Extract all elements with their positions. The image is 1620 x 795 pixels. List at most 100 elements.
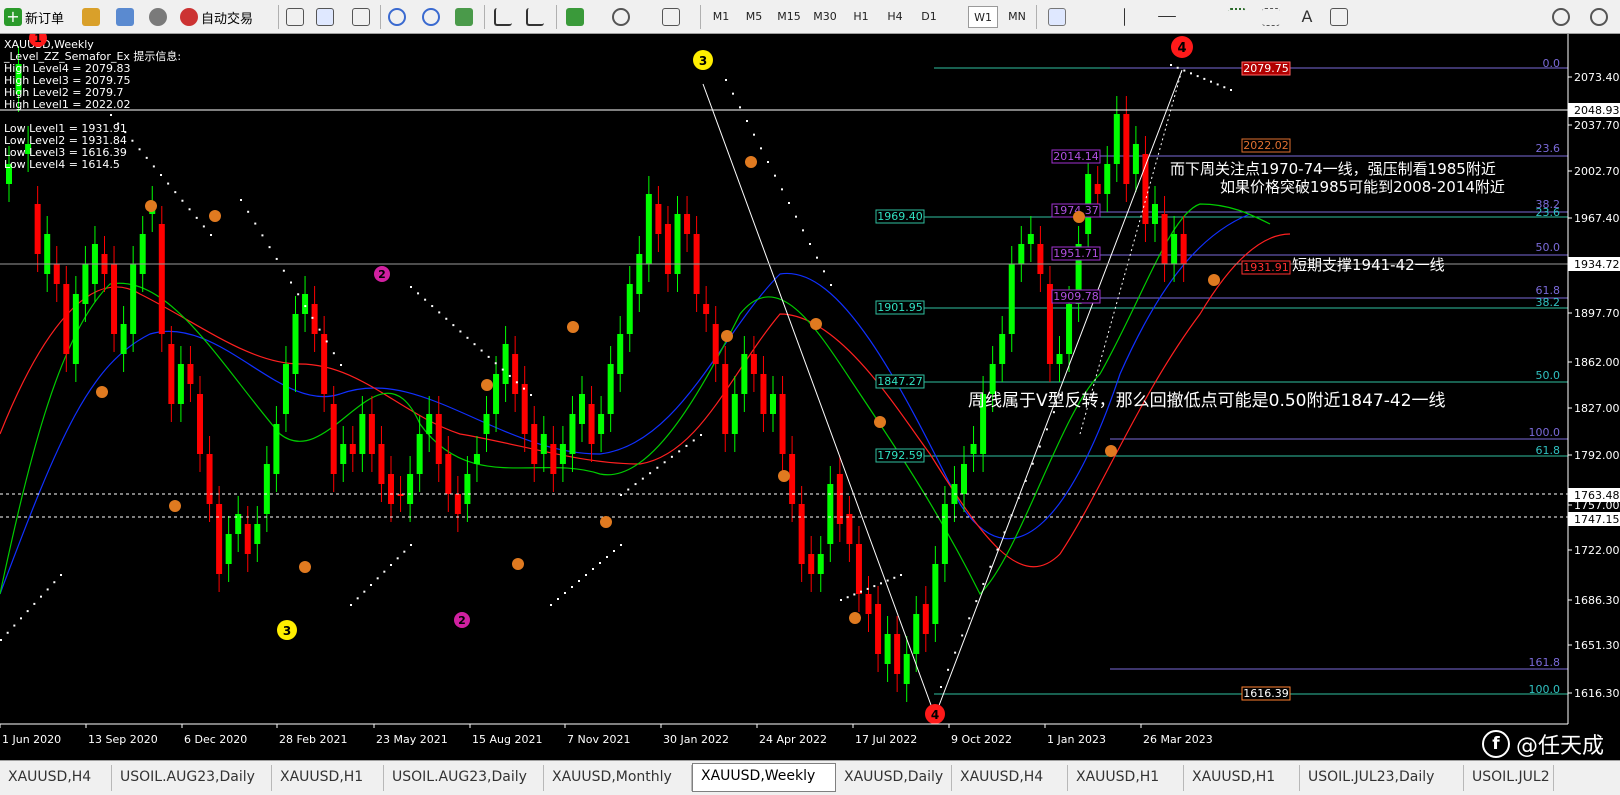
timeframe-d1[interactable]: D1 bbox=[914, 6, 944, 28]
sar-dot bbox=[700, 434, 702, 436]
candle-body bbox=[1008, 264, 1015, 334]
timeframe-h4[interactable]: H4 bbox=[880, 6, 910, 28]
chart-tabs: XAUUSD,H4 USOIL.AUG23,Daily XAUUSD,H1 USOIL… bbox=[0, 760, 1620, 795]
tab[interactable]: USOIL.AUG23,Daily bbox=[112, 765, 272, 791]
templates-icon[interactable] bbox=[662, 8, 680, 26]
auto-scroll-icon[interactable] bbox=[494, 8, 512, 26]
tab[interactable]: XAUUSD,H4 bbox=[952, 765, 1068, 791]
price-chart[interactable]: XAUUSD,Weekly _Level_ZZ_Semafor_Ex 提示信息:… bbox=[0, 34, 1620, 760]
candle-body bbox=[770, 394, 776, 414]
tab[interactable]: USOIL.JUL23,Daily bbox=[1300, 765, 1464, 791]
level-box: 1901.95 bbox=[875, 300, 925, 315]
auto-trade-icon bbox=[180, 8, 198, 26]
minor-semafor-dot bbox=[1073, 211, 1085, 223]
chart-shift-icon[interactable] bbox=[526, 8, 544, 26]
semafor-marker: 2 bbox=[454, 612, 470, 628]
tab[interactable]: USOIL.AUG23,Daily bbox=[384, 765, 544, 791]
tab[interactable]: XAUUSD,H1 bbox=[1184, 765, 1300, 791]
sar-dot bbox=[438, 311, 441, 314]
sar-dot bbox=[592, 568, 594, 570]
candle-body bbox=[674, 214, 681, 274]
new-order-button[interactable]: + 新订单 bbox=[4, 4, 64, 30]
timeframe-h1[interactable]: H1 bbox=[846, 6, 876, 28]
candle-body bbox=[426, 414, 433, 434]
text-label-icon[interactable] bbox=[1330, 8, 1348, 26]
semafor-marker: 3 bbox=[277, 620, 297, 640]
sar-dot bbox=[356, 597, 359, 600]
minor-semafor-dot bbox=[849, 612, 861, 624]
candle-body bbox=[225, 534, 232, 564]
search-icon[interactable] bbox=[1552, 8, 1570, 26]
candle-body bbox=[712, 324, 719, 364]
channel-icon[interactable] bbox=[1262, 8, 1280, 26]
sar-dot bbox=[670, 455, 673, 458]
settings-icon[interactable] bbox=[1590, 8, 1608, 26]
timeframe-m30[interactable]: M30 bbox=[808, 6, 842, 28]
indicators-icon[interactable] bbox=[566, 8, 584, 26]
candle-body bbox=[626, 284, 633, 334]
candle-body bbox=[932, 564, 939, 624]
candle-body bbox=[340, 444, 347, 464]
level-box-text: 1909.78 bbox=[1053, 290, 1099, 303]
candle-body bbox=[111, 264, 118, 334]
tab-active[interactable]: XAUUSD,Weekly bbox=[692, 763, 836, 792]
sar-dot bbox=[893, 576, 896, 579]
vertical-line-icon[interactable] bbox=[1124, 8, 1126, 26]
candle-body bbox=[760, 374, 767, 414]
horizontal-line-icon[interactable] bbox=[1158, 16, 1176, 17]
candle-body bbox=[645, 194, 652, 264]
tile-windows-icon[interactable] bbox=[455, 8, 473, 26]
sar-dot bbox=[13, 624, 16, 627]
timeframe-m15[interactable]: M15 bbox=[772, 6, 806, 28]
candle-body bbox=[779, 394, 786, 454]
level-box-text: 2022.02 bbox=[1243, 139, 1289, 152]
text-icon[interactable]: A bbox=[1298, 8, 1316, 26]
cursor-icon[interactable] bbox=[1048, 8, 1066, 26]
trend-line-icon[interactable] bbox=[1192, 8, 1210, 26]
candle-body bbox=[158, 224, 165, 334]
candle-body bbox=[540, 434, 547, 454]
tab[interactable]: XAUUSD,H1 bbox=[1068, 765, 1184, 791]
tab[interactable]: XAUUSD,H1 bbox=[272, 765, 384, 791]
signals-icon[interactable] bbox=[149, 8, 167, 26]
bar-chart-icon[interactable] bbox=[286, 8, 304, 26]
candle-body bbox=[464, 474, 471, 504]
timeframe-w1[interactable]: W1 bbox=[968, 6, 998, 28]
crosshair-icon[interactable] bbox=[1080, 8, 1098, 26]
auto-trade-button[interactable]: 自动交易 bbox=[180, 4, 253, 30]
sar-dot bbox=[886, 579, 889, 582]
timeframe-mn[interactable]: MN bbox=[1002, 6, 1032, 28]
timeframe-m5[interactable]: M5 bbox=[739, 6, 769, 28]
tab[interactable]: XAUUSD,Daily bbox=[836, 765, 952, 791]
history-center-icon[interactable] bbox=[116, 8, 134, 26]
candle-body bbox=[894, 634, 901, 674]
sar-dot bbox=[767, 161, 769, 163]
sar-dot bbox=[390, 564, 392, 566]
candle-body bbox=[206, 454, 213, 504]
candle-body bbox=[798, 504, 805, 564]
fibonacci-icon[interactable] bbox=[1228, 8, 1246, 26]
periods-icon[interactable] bbox=[612, 8, 630, 26]
candle-body bbox=[636, 254, 643, 294]
minor-semafor-dot bbox=[1105, 445, 1117, 457]
zoom-out-icon[interactable] bbox=[422, 8, 440, 26]
zoom-in-icon[interactable] bbox=[388, 8, 406, 26]
candlestick-chart-icon[interactable] bbox=[316, 8, 334, 26]
arrows-icon[interactable] bbox=[1364, 8, 1382, 26]
fib-label: 61.8 bbox=[1536, 444, 1561, 457]
candle-body bbox=[1094, 184, 1101, 194]
semafor-number: 3 bbox=[283, 624, 291, 638]
navigator-icon[interactable] bbox=[82, 8, 100, 26]
level-box-text: 1969.40 bbox=[877, 210, 923, 223]
level-box: 1909.78 bbox=[1051, 289, 1101, 304]
tab[interactable]: XAUUSD,H4 bbox=[0, 765, 112, 791]
candle-body bbox=[435, 414, 442, 464]
candle-body bbox=[808, 554, 815, 574]
tab[interactable]: USOIL.JUL2 bbox=[1464, 765, 1554, 791]
semafor-marker: 2 bbox=[374, 266, 390, 282]
sar-dot bbox=[261, 234, 264, 237]
semafor-marker: 4 bbox=[925, 704, 945, 724]
line-chart-icon[interactable] bbox=[352, 8, 370, 26]
tab[interactable]: XAUUSD,Monthly bbox=[544, 765, 692, 791]
timeframe-m1[interactable]: M1 bbox=[706, 6, 736, 28]
